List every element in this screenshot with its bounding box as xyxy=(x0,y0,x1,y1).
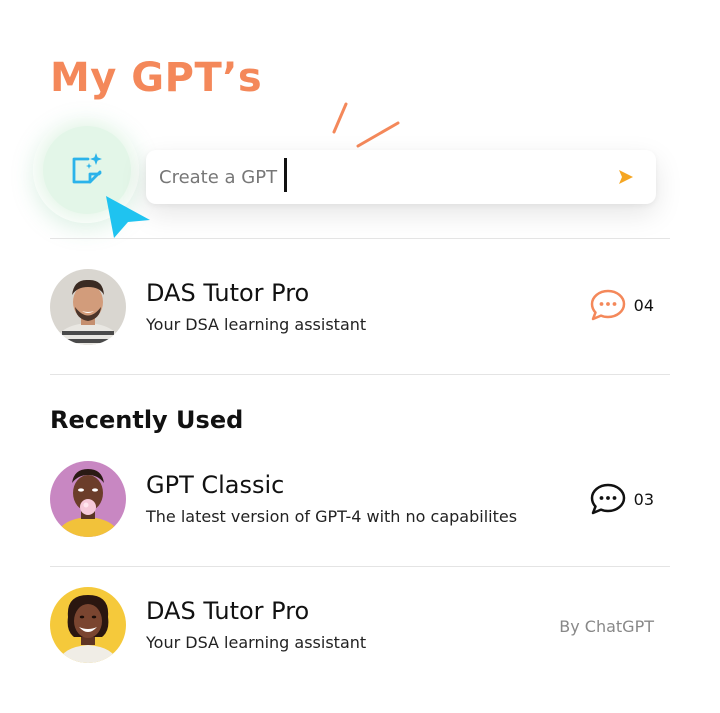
gpt-list-item[interactable]: GPT Classic The latest version of GPT-4 … xyxy=(50,461,660,541)
gpt-description: Your DSA learning assistant xyxy=(146,633,367,652)
chat-count-number: 03 xyxy=(633,489,654,509)
chat-bubble-icon xyxy=(590,289,625,321)
gpt-list-item[interactable]: DAS Tutor Pro Your DSA learning assistan… xyxy=(50,269,660,349)
divider xyxy=(50,238,670,239)
send-button[interactable] xyxy=(606,157,646,197)
section-title-recently-used: Recently Used xyxy=(50,406,244,434)
avatar xyxy=(50,587,126,663)
avatar xyxy=(50,461,126,537)
gpt-list-item[interactable]: DAS Tutor Pro Your DSA learning assistan… xyxy=(50,587,660,667)
create-gpt-input[interactable] xyxy=(146,149,606,205)
gpt-description: The latest version of GPT-4 with no capa… xyxy=(146,507,518,526)
gpt-name: DAS Tutor Pro xyxy=(146,597,310,625)
chat-count[interactable]: 03 xyxy=(590,483,654,515)
divider xyxy=(50,566,670,567)
divider xyxy=(50,374,670,375)
gpt-description: Your DSA learning assistant xyxy=(146,315,367,334)
avatar xyxy=(50,269,126,345)
send-arrow-icon xyxy=(619,170,633,184)
pointer-cursor-icon xyxy=(106,196,150,238)
sparkle-lines-decoration xyxy=(332,102,400,148)
create-gpt-bar xyxy=(146,149,656,205)
text-caret xyxy=(284,158,287,192)
chat-bubble-icon xyxy=(590,483,625,515)
chat-count[interactable]: 04 xyxy=(590,289,654,321)
gpt-name: GPT Classic xyxy=(146,471,285,499)
gpt-name: DAS Tutor Pro xyxy=(146,279,310,307)
chat-count-number: 04 xyxy=(633,295,654,315)
sparkle-note-icon xyxy=(72,153,102,184)
author-label: By ChatGPT xyxy=(559,617,654,636)
page-title: My GPT’s xyxy=(50,55,263,101)
